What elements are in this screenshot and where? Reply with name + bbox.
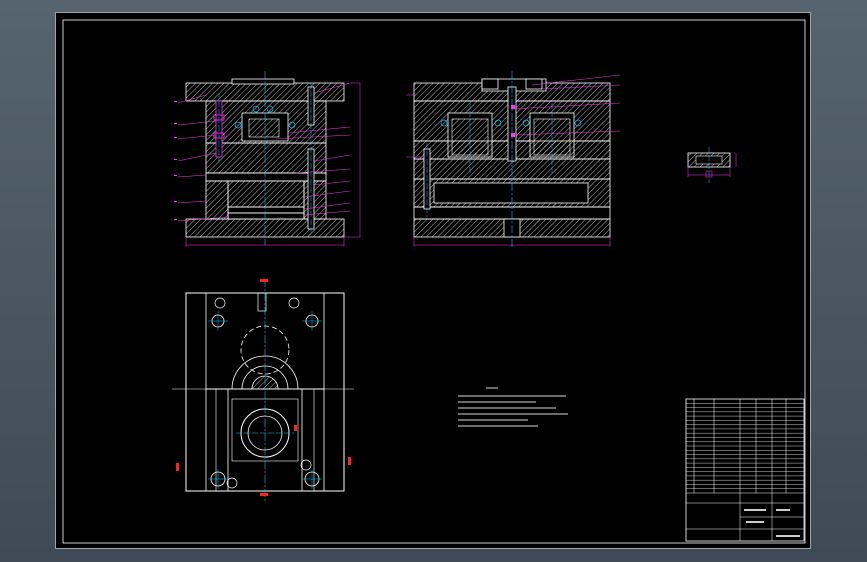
cad-window <box>0 0 867 562</box>
front-section-view <box>174 71 361 247</box>
technical-notes <box>458 387 568 427</box>
side-section-view <box>406 71 621 249</box>
drawing-canvas <box>62 19 806 544</box>
drawing-sheet <box>55 12 811 549</box>
plan-view <box>172 279 354 503</box>
title-block <box>685 398 805 542</box>
part-detail-view <box>687 147 737 183</box>
